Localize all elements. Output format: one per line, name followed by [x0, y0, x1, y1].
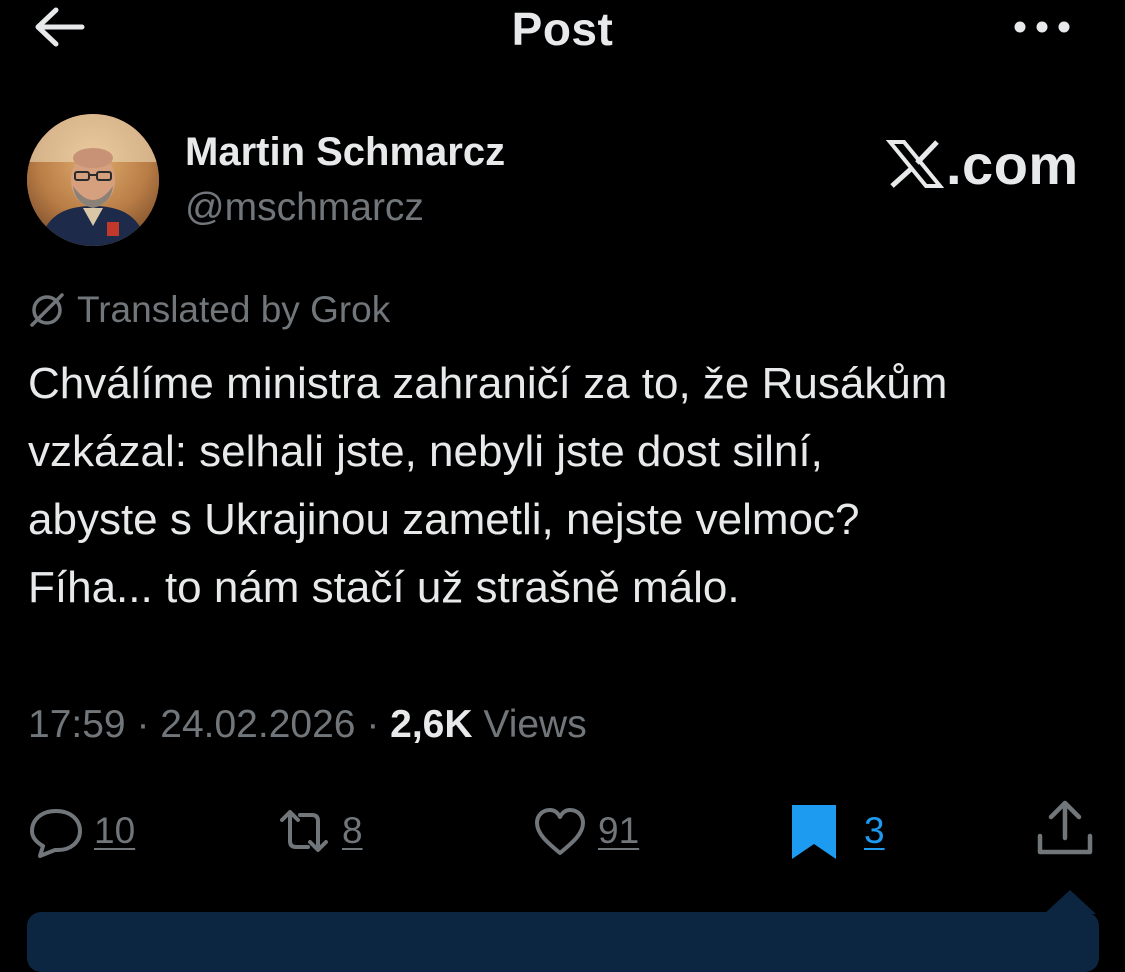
- reply-icon: [30, 809, 82, 858]
- views-label: Views: [472, 703, 587, 746]
- share-button[interactable]: [1032, 796, 1098, 862]
- post-text: Chválíme ministra zahraničí za to, že Ru…: [28, 350, 1108, 622]
- reply-count: 10: [94, 810, 136, 851]
- post-text-line: Fíha... to nám stačí už strašně málo.: [28, 563, 740, 612]
- repost-count: 8: [342, 810, 363, 851]
- page-title: Post: [511, 3, 614, 55]
- avatar[interactable]: [27, 114, 159, 246]
- like-button[interactable]: 91: [532, 796, 639, 866]
- translation-notice[interactable]: Translated by Grok: [27, 288, 390, 332]
- like-count: 91: [598, 810, 640, 851]
- repost-icon: [280, 810, 328, 852]
- banner-pointer: [1044, 890, 1096, 914]
- meta-separator: ·: [355, 703, 391, 746]
- post-text-line: vzkázal: selhali jste, nebyli jste dost …: [28, 427, 823, 476]
- bookmark-icon: [792, 805, 836, 859]
- post-date: 24.02.2026: [160, 703, 356, 746]
- avatar-photo: [27, 114, 159, 246]
- bottom-banner[interactable]: [27, 912, 1099, 972]
- x-logo-icon: [886, 140, 944, 188]
- post-text-line: abyste s Ukrajinou zametli, nejste velmo…: [28, 495, 860, 544]
- post-time: 17:59: [28, 703, 126, 746]
- views-count[interactable]: 2,6K: [390, 703, 472, 746]
- meta-separator: ·: [125, 703, 161, 746]
- share-icon: [1037, 800, 1093, 855]
- reply-button[interactable]: 10: [28, 796, 135, 866]
- repost-button[interactable]: 8: [276, 796, 363, 866]
- post-meta: 17:59 · 24.02.2026 · 2,6K Views: [28, 703, 587, 747]
- brand-watermark: .com: [886, 132, 1079, 196]
- brand-domain: .com: [946, 132, 1079, 196]
- grok-icon: [30, 293, 64, 327]
- bookmark-count: 3: [864, 810, 885, 851]
- more-options-button[interactable]: [1010, 12, 1074, 42]
- post-text-line: Chválíme ministra zahraničí za to, že Ru…: [28, 359, 948, 408]
- author-handle[interactable]: @mschmarcz: [185, 186, 424, 230]
- top-bar: Post: [0, 0, 1125, 60]
- author-name[interactable]: Martin Schmarcz: [185, 130, 505, 175]
- action-bar: 10 8 91 3: [0, 796, 1125, 866]
- translation-label: Translated by Grok: [77, 289, 391, 330]
- bookmark-button[interactable]: 3: [786, 796, 885, 866]
- ellipsis-icon: [1014, 21, 1070, 33]
- heart-icon: [535, 808, 585, 855]
